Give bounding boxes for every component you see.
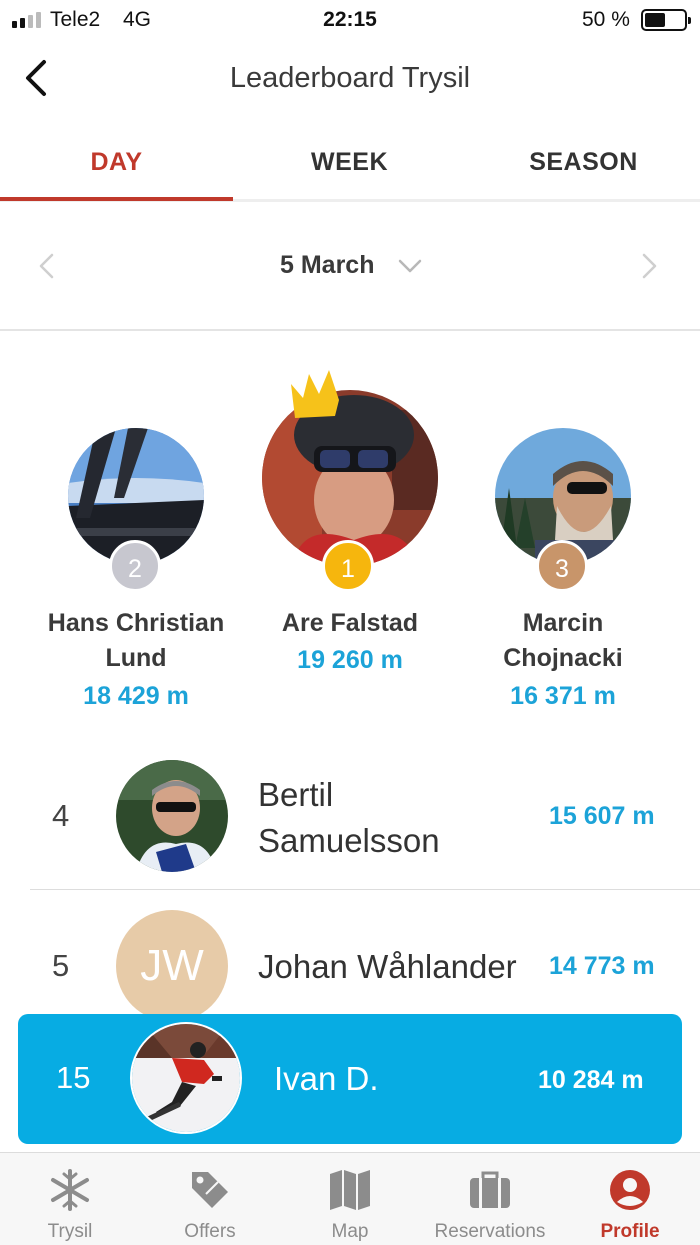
leaderboard-row[interactable]: 4 Bertil Samuelsson 15 607 m [0, 740, 700, 890]
avatar [116, 760, 228, 872]
next-date-button[interactable] [634, 251, 664, 281]
period-tabs: DAY WEEK SEASON [0, 128, 700, 202]
podium-distance-1: 19 260 m [297, 646, 403, 674]
rank-badge-1: 1 [322, 540, 374, 592]
crown-icon [291, 370, 339, 418]
header: Leaderboard Trysil [0, 40, 700, 120]
podium-name-1-line1: Are Falstad [281, 609, 419, 637]
row-distance: 14 773 m [549, 952, 655, 980]
suitcase-icon [470, 1171, 510, 1208]
nav-profile[interactable]: Profile [560, 1153, 700, 1245]
podium-name-3-line2: Chojnacki [503, 644, 623, 672]
nav-label: Offers [184, 1221, 236, 1242]
nav-label: Profile [600, 1221, 660, 1242]
row-rank: 4 [52, 798, 70, 833]
chevron-left-icon [39, 253, 54, 279]
nav-label: Map [331, 1221, 369, 1242]
podium-name-2-line2: Lund [105, 644, 167, 672]
map-icon [330, 1170, 370, 1210]
current-user-avatar [130, 1022, 242, 1134]
snowboarder-photo [132, 1024, 240, 1132]
row-name-line2: Samuelsson [258, 822, 440, 859]
nav-label: Trysil [47, 1221, 93, 1242]
rank-badge-2: 2 [109, 540, 161, 592]
tab-week[interactable]: WEEK [233, 128, 466, 202]
nav-reservations[interactable]: Reservations [420, 1153, 560, 1245]
previous-date-button[interactable] [32, 251, 62, 281]
row-name-line1: Bertil [258, 776, 334, 813]
row-name: Bertil Samuelsson [258, 772, 538, 864]
active-tab-indicator [0, 197, 233, 201]
skier-portrait-photo [116, 760, 228, 872]
row-name: Johan Wåhlander [258, 948, 517, 985]
bottom-tab-bar: Trysil Offers Map Reservations Profile [0, 1152, 700, 1245]
nav-offers[interactable]: Offers [140, 1153, 280, 1245]
row-rank: 5 [52, 948, 70, 983]
date-navigator: 5 March [0, 203, 700, 331]
profile-icon [610, 1170, 650, 1210]
chevron-down-icon [398, 259, 422, 273]
chevron-right-icon [642, 253, 657, 279]
row-distance: 15 607 m [549, 802, 655, 830]
tab-day[interactable]: DAY [0, 128, 233, 202]
avatar-initials: JW [116, 910, 228, 1022]
podium-name-2-line1: Hans Christian [47, 609, 225, 637]
selected-date[interactable]: 5 March [280, 251, 374, 280]
podium-name-3[interactable]: Marcin Chojnacki [447, 606, 679, 676]
avatar-initials-text: JW [140, 941, 204, 990]
battery-percent: 50 % [582, 8, 630, 31]
current-user-rank: 15 [56, 1060, 91, 1095]
podium-name-2[interactable]: Hans Christian Lund [20, 606, 252, 676]
nav-map[interactable]: Map [280, 1153, 420, 1245]
current-user-row[interactable]: 15 Ivan D. 10 284 m [18, 1014, 682, 1144]
rank-badge-3: 3 [536, 540, 588, 592]
podium-distance-3: 16 371 m [510, 682, 616, 710]
battery-icon [641, 9, 691, 31]
page-title: Leaderboard Trysil [229, 62, 471, 94]
nav-label: Reservations [434, 1221, 546, 1242]
date-dropdown-button[interactable] [396, 255, 424, 277]
status-bar: Tele2 4G 22:15 50 % [0, 0, 700, 40]
podium-distance-2: 18 429 m [83, 682, 189, 710]
podium-name-1[interactable]: Are Falstad [234, 606, 466, 641]
tab-season[interactable]: SEASON [467, 128, 700, 202]
podium-name-3-line1: Marcin [522, 609, 604, 637]
snowflake-icon [51, 1169, 89, 1211]
nav-trysil[interactable]: Trysil [0, 1153, 140, 1245]
current-user-distance: 10 284 m [538, 1066, 644, 1094]
current-user-name: Ivan D. [274, 1060, 379, 1097]
tag-icon [192, 1172, 228, 1208]
